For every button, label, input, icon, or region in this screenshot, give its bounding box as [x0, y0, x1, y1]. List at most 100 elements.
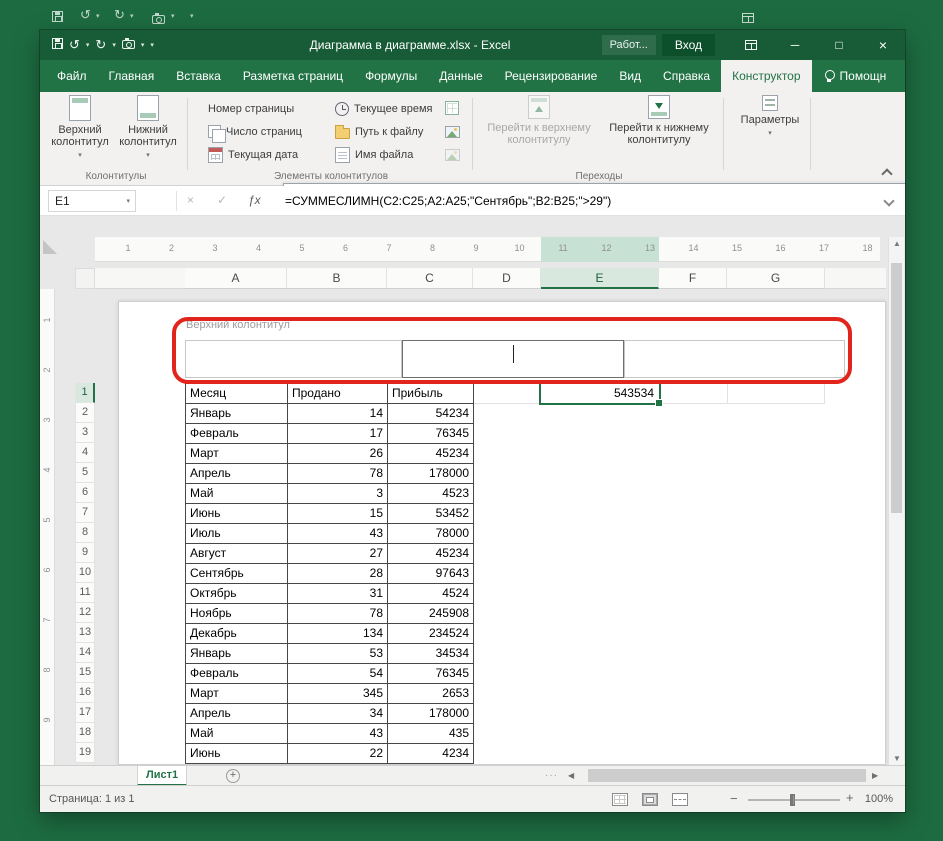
table-cell[interactable]: 2653 — [388, 684, 474, 704]
table-cell[interactable]: Февраль — [186, 664, 288, 684]
footer-button[interactable]: Нижний колонтитул ▾ — [116, 95, 180, 159]
row-header[interactable]: 2 — [75, 403, 95, 423]
table-cell[interactable]: Январь — [186, 404, 288, 424]
ribbon-tab[interactable]: Файл — [46, 60, 98, 92]
page-break-view-button[interactable] — [672, 793, 688, 806]
enter-icon[interactable]: ✓ — [217, 193, 227, 207]
row-header[interactable]: 7 — [75, 503, 95, 523]
name-box[interactable]: E1 ▾ — [48, 190, 136, 212]
table-cell[interactable]: 27 — [288, 544, 388, 564]
camera-dropdown-icon[interactable]: ▾ — [171, 12, 175, 20]
normal-view-button[interactable] — [612, 793, 628, 806]
table-cell[interactable]: 3 — [288, 484, 388, 504]
table-cell[interactable]: 45234 — [388, 444, 474, 464]
ribbon-tab[interactable]: Вид — [608, 60, 652, 92]
table-cell[interactable]: 31 — [288, 584, 388, 604]
column-header[interactable]: A — [185, 268, 287, 289]
table-cell[interactable]: Июль — [186, 524, 288, 544]
row-header[interactable]: 14 — [75, 643, 95, 663]
table-cell[interactable]: 76345 — [388, 424, 474, 444]
column-header[interactable]: F — [659, 268, 727, 289]
undo-icon[interactable]: ↺ — [69, 37, 80, 53]
table-cell[interactable]: 14 — [288, 404, 388, 424]
table-cell[interactable]: 43 — [288, 724, 388, 744]
column-header[interactable]: B — [287, 268, 387, 289]
table-cell[interactable]: 15 — [288, 504, 388, 524]
table-cell[interactable]: 178000 — [388, 704, 474, 724]
sheet-tab-active[interactable]: Лист1 — [137, 766, 188, 786]
scroll-left-icon[interactable]: ◀ — [568, 771, 574, 780]
current-time-button[interactable]: Текущее время — [332, 98, 435, 119]
file-path-button[interactable]: Путь к файлу — [332, 121, 426, 142]
table-cell[interactable]: Сентябрь — [186, 564, 288, 584]
camera-dropdown-icon[interactable]: ▾ — [141, 41, 145, 49]
header-left-box[interactable] — [185, 340, 402, 378]
scrollbar-dots[interactable]: ··· — [545, 770, 558, 781]
table-cell[interactable]: 97643 — [388, 564, 474, 584]
scroll-right-icon[interactable]: ▶ — [872, 771, 878, 780]
header-button[interactable]: Верхний колонтитул ▾ — [48, 95, 112, 159]
zoom-out-button[interactable]: − — [730, 791, 738, 806]
options-button[interactable]: Параметры ▾ — [735, 95, 805, 137]
zoom-in-button[interactable]: + — [846, 790, 854, 805]
row-header[interactable]: 13 — [75, 623, 95, 643]
table-cell[interactable]: Март — [186, 684, 288, 704]
file-name-button[interactable]: Имя файла — [332, 144, 416, 165]
table-cell[interactable]: Август — [186, 544, 288, 564]
save-icon[interactable] — [52, 36, 63, 54]
table-cell[interactable]: 4523 — [388, 484, 474, 504]
goto-header-button[interactable]: Перейти к верхнему колонтитулу — [480, 95, 598, 146]
vertical-scroll-thumb[interactable] — [891, 263, 902, 513]
page-layout-view-button[interactable] — [642, 793, 658, 806]
column-header[interactable]: G — [727, 268, 825, 289]
column-header[interactable]: C — [387, 268, 473, 289]
undo-icon[interactable]: ↺ — [80, 0, 91, 30]
column-header[interactable]: D — [473, 268, 541, 289]
header-right-box[interactable] — [624, 340, 845, 378]
row-header[interactable]: 9 — [75, 543, 95, 563]
table-cell[interactable]: Май — [186, 484, 288, 504]
row-header[interactable]: 1 — [75, 383, 95, 403]
row-header[interactable]: 6 — [75, 483, 95, 503]
undo-dropdown-icon[interactable]: ▾ — [86, 41, 90, 49]
table-cell[interactable]: 45234 — [388, 544, 474, 564]
zoom-level[interactable]: 100% — [865, 793, 893, 805]
table-cell[interactable]: Май — [186, 724, 288, 744]
table-header-cell[interactable]: Продано — [288, 384, 388, 404]
current-date-button[interactable]: Текущая дата — [205, 144, 301, 165]
ribbon-tab[interactable]: Конструктор — [721, 60, 812, 92]
undo-dropdown-icon[interactable]: ▾ — [96, 12, 100, 20]
table-cell[interactable]: 76345 — [388, 664, 474, 684]
add-sheet-button[interactable]: + — [226, 769, 240, 783]
table-cell[interactable]: 22 — [288, 744, 388, 764]
row-header[interactable]: 10 — [75, 563, 95, 583]
ribbon-tab[interactable]: Разметка страниц — [232, 60, 354, 92]
camera-icon[interactable] — [121, 36, 135, 54]
insert-function-icon[interactable]: ƒx — [248, 193, 261, 207]
ribbon-tab[interactable]: Данные — [428, 60, 493, 92]
table-cell[interactable]: 78 — [288, 604, 388, 624]
select-all-corner[interactable] — [75, 268, 95, 289]
table-cell[interactable]: 234524 — [388, 624, 474, 644]
table-cell[interactable]: Февраль — [186, 424, 288, 444]
ribbon-display-options-button[interactable] — [729, 30, 773, 60]
scroll-down-icon[interactable]: ▼ — [889, 754, 905, 763]
picture-button[interactable] — [442, 121, 462, 141]
table-cell[interactable]: Июнь — [186, 504, 288, 524]
page-count-button[interactable]: Число страниц — [205, 121, 305, 143]
row-header[interactable]: 12 — [75, 603, 95, 623]
save-icon[interactable] — [52, 9, 63, 27]
ribbon-tab[interactable]: Главная — [98, 60, 166, 92]
scroll-up-icon[interactable]: ▲ — [889, 239, 905, 248]
table-cell[interactable]: Июнь — [186, 744, 288, 764]
collapse-ribbon-icon[interactable] — [881, 168, 893, 180]
row-header[interactable]: 18 — [75, 723, 95, 743]
table-cell[interactable]: 178000 — [388, 464, 474, 484]
selected-cell[interactable]: 543534 — [539, 381, 663, 407]
table-cell[interactable]: Март — [186, 444, 288, 464]
table-cell[interactable]: Декабрь — [186, 624, 288, 644]
ribbon-tab[interactable]: Справ­ка — [652, 60, 721, 92]
table-cell[interactable]: 345 — [288, 684, 388, 704]
format-picture-button[interactable] — [442, 144, 462, 164]
table-cell[interactable]: 34 — [288, 704, 388, 724]
